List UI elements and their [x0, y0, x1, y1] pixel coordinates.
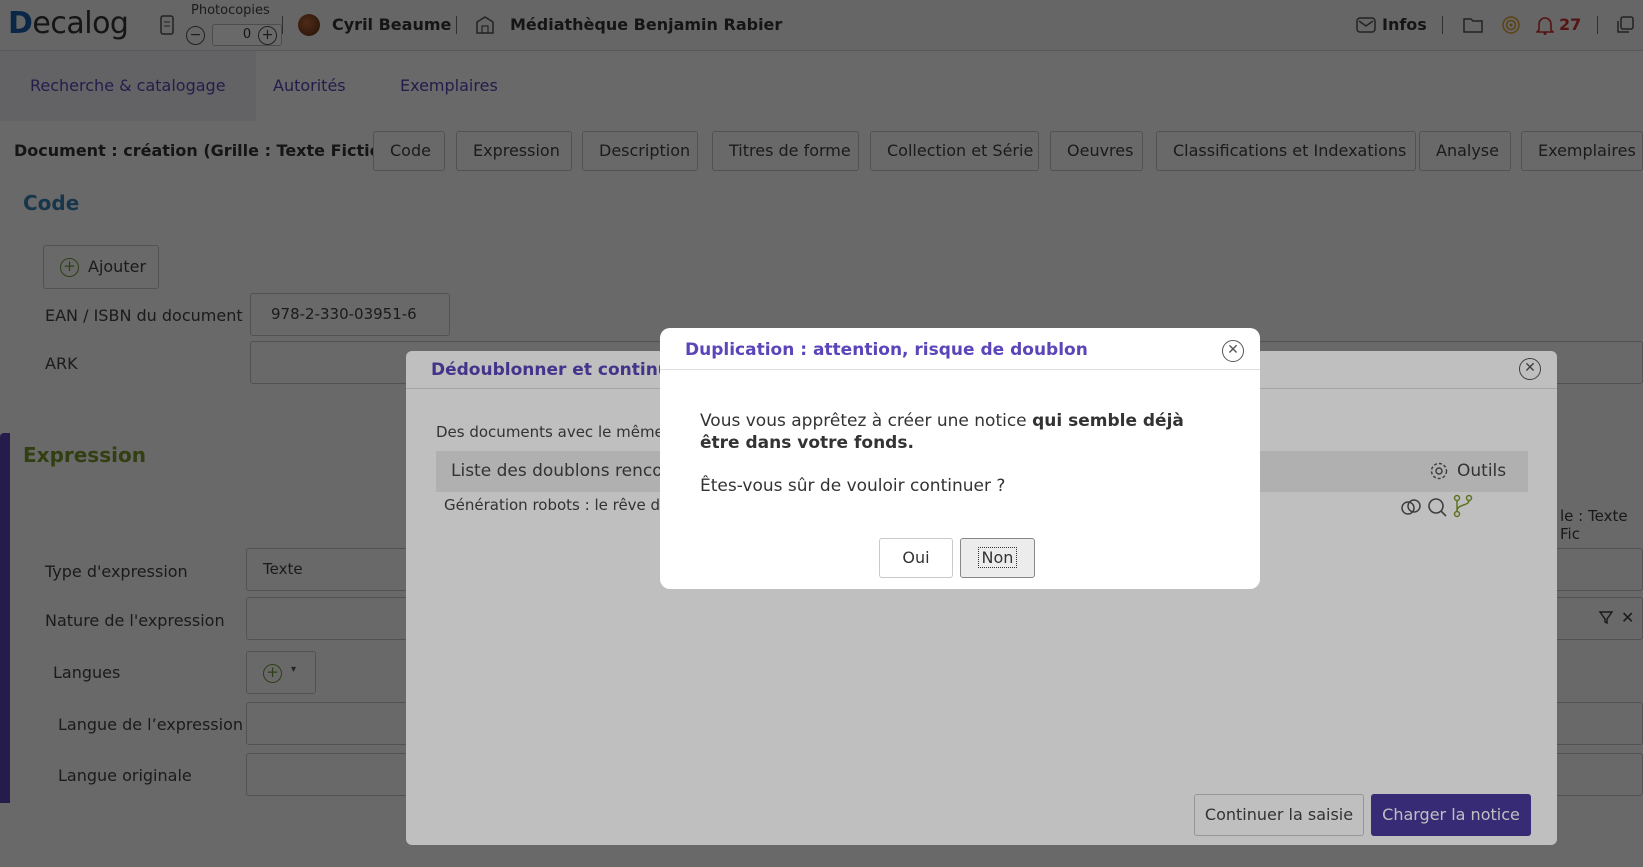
divider [660, 369, 1260, 370]
yes-button[interactable]: Oui [879, 538, 953, 578]
close-icon[interactable]: ✕ [1222, 340, 1244, 362]
confirm-dialog-title: Duplication : attention, risque de doubl… [685, 340, 1088, 360]
confirm-question: Êtes-vous sûr de vouloir continuer ? [700, 476, 1006, 496]
duplication-confirm-dialog: Duplication : attention, risque de doubl… [660, 328, 1260, 589]
no-button[interactable]: Non [960, 538, 1035, 578]
confirm-message: Vous vous apprêtez à créer une notice qu… [700, 410, 1220, 454]
confirm-message-text: Vous vous apprêtez à créer une notice [700, 411, 1033, 431]
no-button-label: Non [977, 547, 1018, 568]
